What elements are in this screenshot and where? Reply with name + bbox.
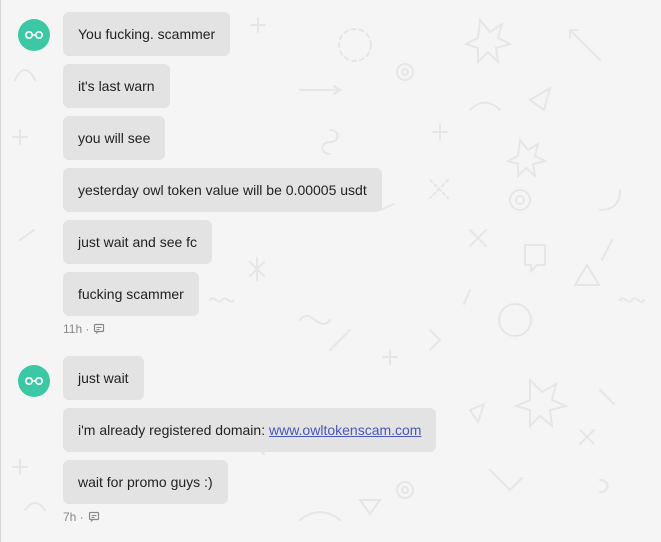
timestamp: 7h · <box>63 510 84 524</box>
owl-eyes-icon <box>24 30 44 40</box>
message-list: You fucking. scammer it's last warn you … <box>63 12 382 337</box>
domain-link[interactable]: www.owltokenscam.com <box>269 422 422 438</box>
message-bubble[interactable]: it's last warn <box>63 64 170 108</box>
sender-avatar[interactable] <box>18 365 50 397</box>
message-bubble[interactable]: you will see <box>63 116 166 160</box>
seen-icon <box>88 511 99 522</box>
owl-eyes-icon <box>24 376 44 386</box>
message-bubble[interactable]: just wait <box>63 356 144 400</box>
sender-avatar[interactable] <box>18 19 50 51</box>
left-border <box>0 0 1 542</box>
message-bubble[interactable]: wait for promo guys :) <box>63 460 228 504</box>
seen-icon <box>94 323 105 334</box>
timestamp: 11h · <box>63 322 90 336</box>
message-bubble[interactable]: You fucking. scammer <box>63 12 231 56</box>
message-text: i'm already registered domain: <box>78 422 269 438</box>
message-bubble[interactable]: yesterday owl token value will be 0.0000… <box>63 168 382 212</box>
message-bubble[interactable]: just wait and see fc <box>63 220 213 264</box>
message-bubble[interactable]: fucking scammer <box>63 272 199 316</box>
message-bubble[interactable]: i'm already registered domain: www.owlto… <box>63 408 437 452</box>
message-list: just wait i'm already registered domain:… <box>63 356 437 525</box>
